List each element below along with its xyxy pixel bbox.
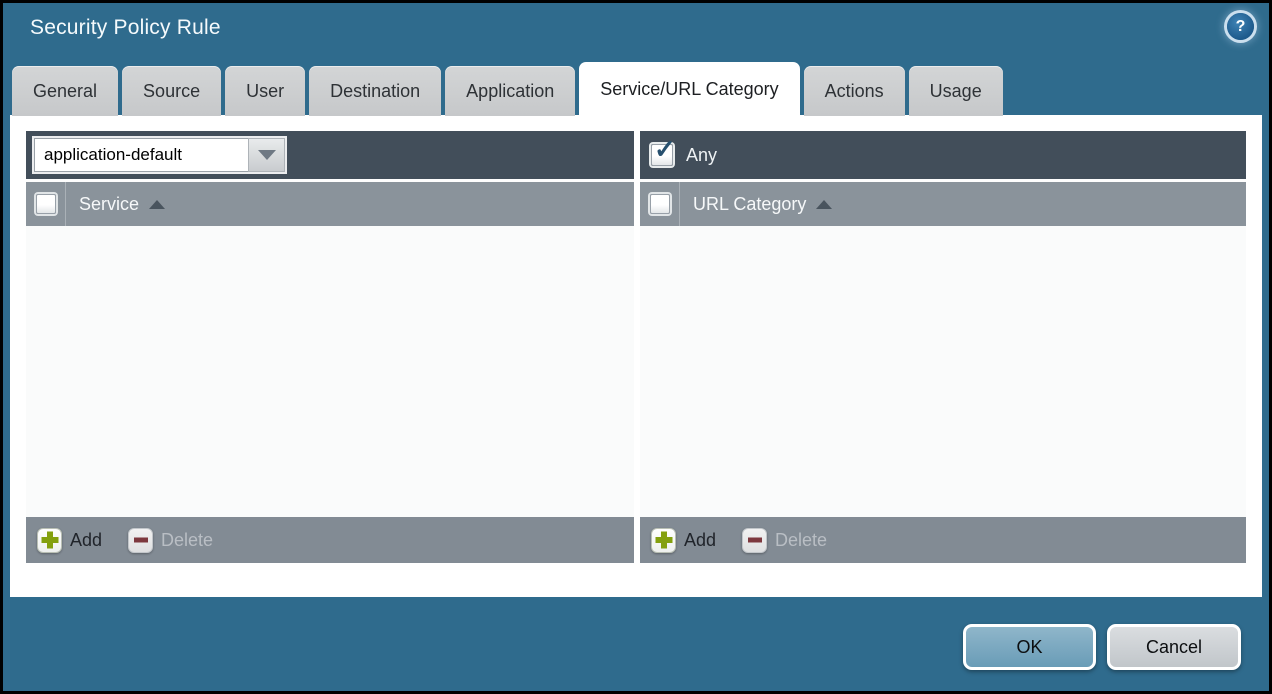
service-panel-toolbar	[26, 131, 634, 179]
service-column-label: Service	[79, 194, 139, 215]
tab-general[interactable]: General	[12, 66, 118, 116]
service-column-header[interactable]: Service	[66, 182, 165, 226]
url-category-select-all-cell	[640, 182, 680, 226]
help-icon-glyph: ?	[1236, 18, 1246, 36]
tab-user[interactable]: User	[225, 66, 305, 116]
chevron-down-icon	[258, 150, 276, 160]
plus-icon	[651, 528, 676, 553]
tab-application[interactable]: Application	[445, 66, 575, 116]
sort-ascending-icon	[149, 200, 165, 209]
service-type-dropdown	[34, 138, 285, 172]
url-category-column-label: URL Category	[693, 194, 806, 215]
url-category-add-label: Add	[684, 530, 716, 551]
service-select-all-checkbox[interactable]	[36, 194, 56, 214]
service-type-input[interactable]	[34, 138, 248, 172]
url-category-add-button[interactable]: Add	[651, 528, 716, 553]
help-icon[interactable]: ?	[1227, 13, 1254, 40]
checkmark-icon: ✓	[654, 136, 676, 162]
service-panel-footer: Add Delete	[26, 517, 634, 563]
url-category-delete-button[interactable]: Delete	[742, 528, 827, 553]
url-category-toolbar: ✓ Any	[640, 131, 1246, 179]
service-add-button[interactable]: Add	[37, 528, 102, 553]
tab-content-service-url-category: Service Add Delete	[10, 115, 1262, 597]
any-checkbox-label: Any	[686, 145, 717, 166]
minus-icon	[128, 528, 153, 553]
tab-usage[interactable]: Usage	[909, 66, 1003, 116]
service-delete-button[interactable]: Delete	[128, 528, 213, 553]
service-select-all-cell	[26, 182, 66, 226]
url-category-panel: ✓ Any URL Category Add	[640, 131, 1246, 563]
tab-actions[interactable]: Actions	[804, 66, 905, 116]
ok-button[interactable]: OK	[963, 624, 1096, 670]
any-checkbox-row: ✓ Any	[648, 144, 717, 166]
sort-ascending-icon	[816, 200, 832, 209]
service-type-dropdown-button[interactable]	[248, 138, 285, 172]
service-delete-label: Delete	[161, 530, 213, 551]
url-category-select-all-checkbox[interactable]	[650, 194, 670, 214]
url-category-list-body	[640, 226, 1246, 517]
security-policy-rule-dialog: Security Policy Rule ? General Source Us…	[0, 0, 1272, 694]
service-list-body	[26, 226, 634, 517]
url-category-table-header: URL Category	[640, 182, 1246, 226]
service-add-label: Add	[70, 530, 102, 551]
service-table-header: Service	[26, 182, 634, 226]
url-category-column-header[interactable]: URL Category	[680, 182, 832, 226]
tab-bar: General Source User Destination Applicat…	[12, 62, 1003, 116]
dialog-title: Security Policy Rule	[30, 16, 221, 40]
url-category-panel-footer: Add Delete	[640, 517, 1246, 563]
tab-source[interactable]: Source	[122, 66, 221, 116]
minus-icon	[742, 528, 767, 553]
plus-icon	[37, 528, 62, 553]
tab-service-url-category[interactable]: Service/URL Category	[579, 62, 799, 116]
cancel-button[interactable]: Cancel	[1107, 624, 1241, 670]
tab-destination[interactable]: Destination	[309, 66, 441, 116]
service-panel: Service Add Delete	[26, 131, 634, 563]
url-category-delete-label: Delete	[775, 530, 827, 551]
any-checkbox[interactable]: ✓	[651, 144, 673, 166]
